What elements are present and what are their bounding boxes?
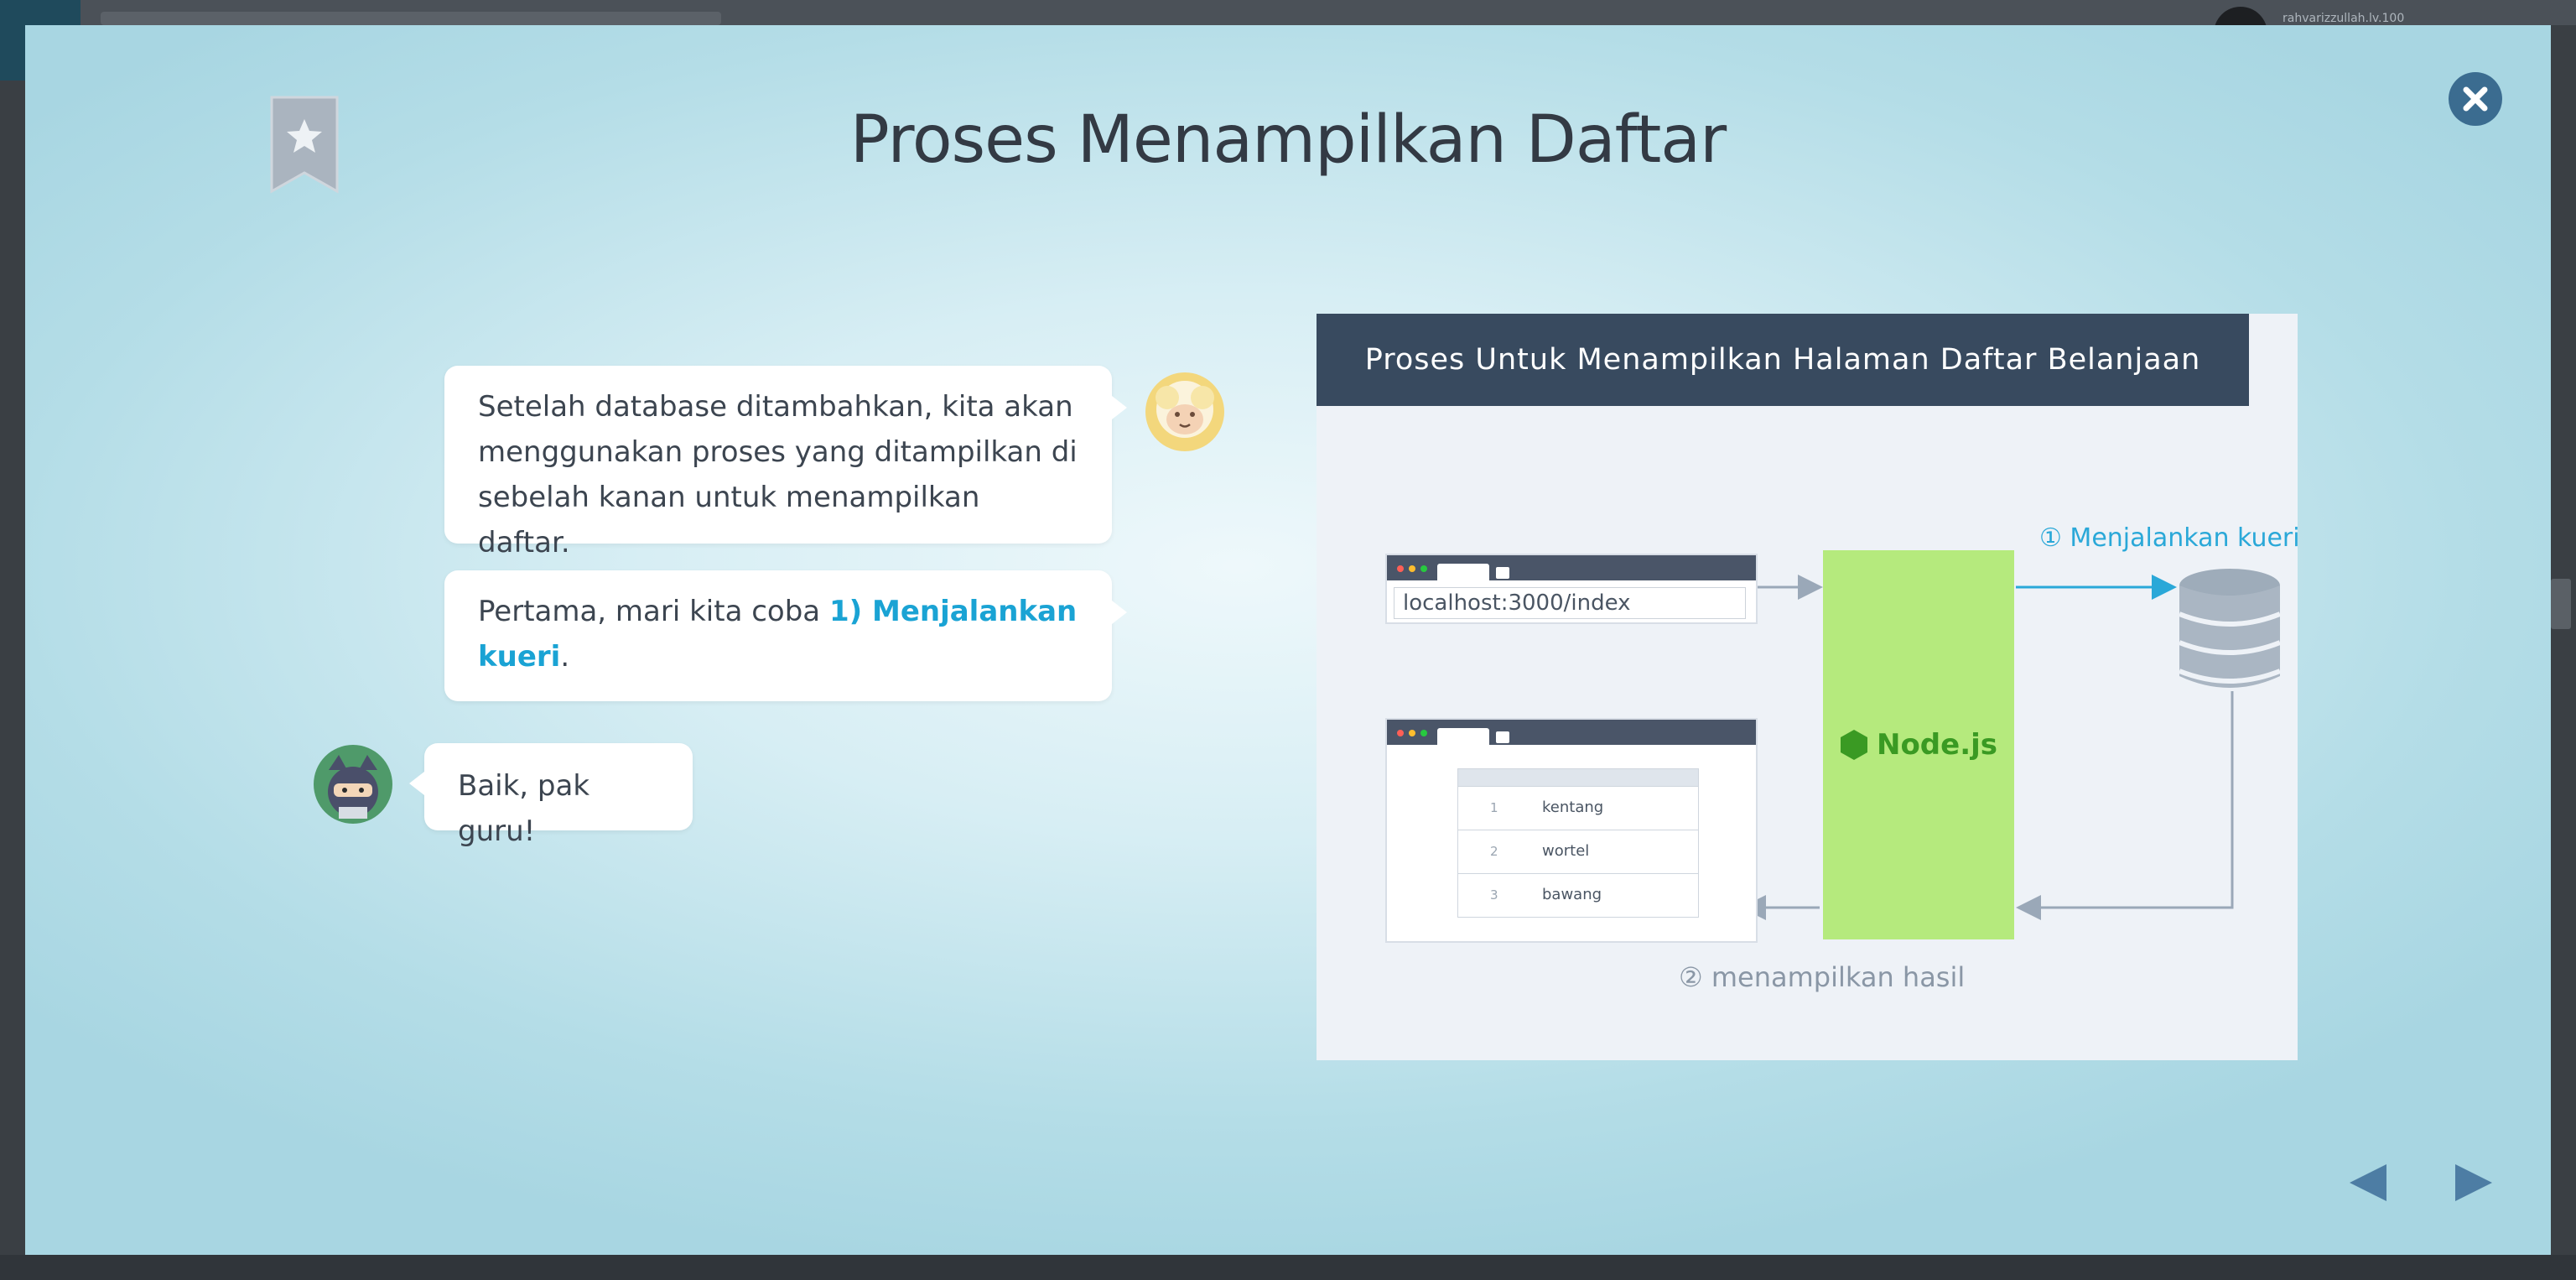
background-scrollbar [2551, 579, 2571, 629]
next-slide-button[interactable] [2447, 1158, 2497, 1208]
slide-modal: Proses Menampilkan Daftar Setelah databa… [25, 25, 2551, 1255]
browser-request-window: localhost:3000/index [1385, 554, 1758, 624]
teacher-avatar [1145, 372, 1224, 451]
row-number: 3 [1490, 887, 1498, 903]
student-avatar [314, 745, 392, 824]
browser-new-tab [1496, 731, 1509, 743]
triangle-right-icon [2455, 1164, 2492, 1201]
diagram-arrows [1741, 575, 2234, 920]
slide-title: Proses Menampilkan Daftar [849, 102, 1727, 178]
triangle-left-icon [2350, 1164, 2386, 1201]
server-label: Node.js [1876, 728, 1998, 762]
chat-text: Pertama, mari kita coba [478, 595, 829, 628]
chat-text: Setelah database ditambahkan, kita akan … [478, 390, 1078, 559]
step1-label: ① Menjalankan kueri [2039, 523, 2300, 553]
step2-label: ② menampilkan hasil [1679, 961, 1966, 993]
previous-slide-button[interactable] [2345, 1158, 2395, 1208]
browser-tab [1437, 728, 1489, 745]
nodejs-server-box: Node.js [1823, 550, 2014, 939]
browser-new-tab [1496, 567, 1509, 579]
row-item: wortel [1542, 842, 1590, 860]
chat-bubble-student: Baik, pak guru! [409, 743, 693, 848]
browser-titlebar [1387, 555, 1756, 580]
close-button[interactable] [2449, 72, 2502, 126]
browser-tab [1437, 564, 1489, 580]
browser-result-window: 1 kentang 2 wortel 3 bawang [1385, 718, 1758, 943]
browser-titlebar [1387, 720, 1756, 745]
row-number: 2 [1490, 844, 1498, 859]
process-diagram: Proses Untuk Menampilkan Halaman Daftar … [1317, 314, 2300, 1060]
database-icon [2178, 569, 2282, 688]
chat-text: . [560, 640, 570, 674]
background-search [101, 12, 721, 25]
background-user-label: rahvarizzullah.lv.100 [2283, 12, 2405, 25]
row-item: bawang [1542, 886, 1602, 903]
table-row: 1 kentang [1458, 786, 1698, 830]
row-item: kentang [1542, 799, 1604, 816]
chat-text: Baik, pak guru! [458, 769, 590, 848]
chat-bubble-teacher-2: Pertama, mari kita coba 1) Menjalankan k… [444, 570, 1127, 701]
close-icon [2463, 86, 2488, 112]
nodejs-hexagon-icon [1840, 730, 1867, 760]
chat-bubble-teacher-1: Setelah database ditambahkan, kita akan … [444, 366, 1127, 559]
table-row: 3 bawang [1458, 873, 1698, 917]
row-number: 1 [1490, 800, 1498, 815]
table-row: 2 wortel [1458, 830, 1698, 873]
shopping-list-table: 1 kentang 2 wortel 3 bawang [1457, 768, 1699, 918]
url-bar: localhost:3000/index [1394, 587, 1746, 619]
background-bottombar [0, 1255, 2576, 1280]
table-header [1458, 769, 1698, 786]
